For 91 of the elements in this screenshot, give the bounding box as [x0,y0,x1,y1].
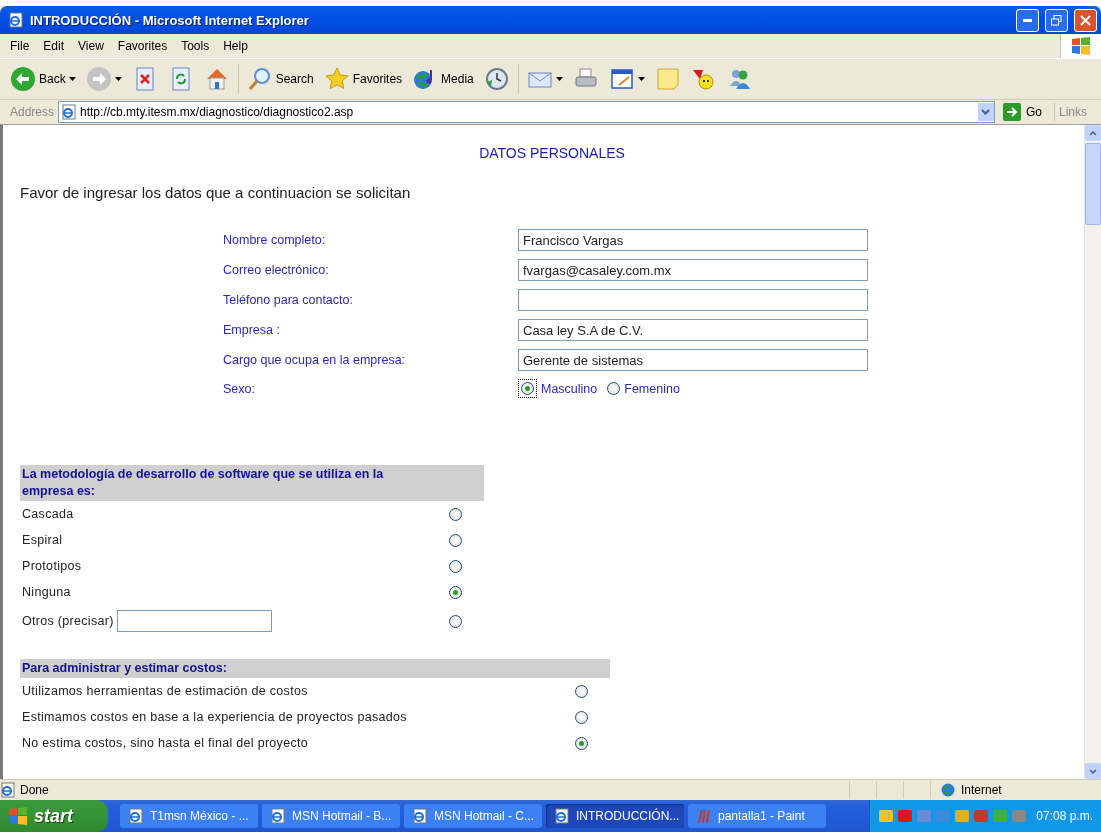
paint-brushes-icon [696,808,712,824]
text-field[interactable]: Gerente de sistemas [518,349,868,371]
address-label: Address [9,105,55,119]
radio-button[interactable] [575,710,588,724]
close-button[interactable] [1074,8,1097,32]
field-label: Sexo: [223,381,256,396]
menu-item[interactable]: Edit [36,39,72,53]
window-title: INTRODUCCIÓN - Microsoft Internet Explorer [30,12,310,28]
text-field[interactable]: Francisco Vargas [518,229,868,251]
address-field[interactable]: http://cb.mty.itesm.mx/diagnostico/diagnostico2.asp [58,101,995,123]
scroll-up-icon[interactable] [1089,130,1097,136]
clock: 07:08 p.m. [1036,809,1093,823]
radio-button[interactable] [575,684,588,698]
taskbar-button[interactable]: INTRODUCCIÓN... [546,804,684,828]
edit-document-icon [608,66,635,92]
text-field[interactable] [116,610,272,632]
browser-page-icon [554,808,570,824]
scrollbar[interactable] [1084,125,1101,779]
star-icon [323,66,350,92]
arrow-right-icon [1002,103,1021,121]
scroll-down-icon[interactable] [1089,768,1097,774]
option-label: Estimamos costos en base a la experiencia de proyectos pasados [22,710,407,724]
taskbar-button[interactable]: MSN Hotmail - C... [404,804,542,828]
field-label: Correo electrónico: [223,263,330,277]
radio-label: Femenino [624,381,680,396]
search-icon [246,66,273,92]
field-label: Nombre completo: [223,233,327,247]
taskbar-button[interactable]: pantalla1 - Paint [688,804,826,828]
option-label: Espiral [22,533,63,547]
windows-logo-icon [1071,37,1091,55]
text-field[interactable]: fvargas@casaley.com.mx [518,259,868,281]
radio-button[interactable] [607,382,621,395]
go-button[interactable]: Go [998,103,1055,121]
field-label: Cargo que ocupa en la empresa: [223,353,407,367]
section-header: Para administrar y estimar costos: [20,659,610,678]
option-label: Cascada [22,507,74,521]
status-text: Done [20,783,50,797]
radio-button[interactable] [449,585,462,599]
page-heading: DATOS PERSONALES [479,145,625,161]
scroll-thumb[interactable] [1085,143,1101,225]
option-label: Ninguna [22,585,71,599]
dropdown-icon[interactable] [977,103,994,121]
intro-text: Favor de ingresar los datos que a continuacion se solicitan [20,184,411,201]
browser-page-icon [128,808,144,824]
menu-item[interactable]: Help [216,39,255,53]
browser-page-icon [8,12,24,28]
option-label: Otros (precisar) [22,614,114,628]
section-header: La metodología de desarrollo de software que se utiliza en la empresa es: [20,465,484,501]
field-label: Empresa : [223,323,281,337]
media-button[interactable]: Media [410,64,476,94]
radio-button[interactable] [449,507,462,521]
restore-icon [1051,14,1062,26]
start-button[interactable]: start [0,800,108,832]
browser-page-icon [61,104,78,120]
minimize-button[interactable] [1016,8,1039,32]
radio-button[interactable] [449,614,462,628]
history-clock-icon [483,66,510,92]
field-label: Teléfono para contacto: [223,293,354,307]
windows-logo-icon [8,807,28,825]
option-label: No estima costos, sino hasta el final del proyecto [22,736,308,750]
browser-page-icon [412,808,428,824]
browser-page-icon [0,782,16,798]
caret-icon [637,77,645,81]
radio-button[interactable] [449,533,462,547]
caret-icon [68,77,76,81]
option-label: Utilizamos herramientas de estimación de costos [22,684,308,698]
back-button[interactable]: Back [8,64,78,94]
globe-icon [941,783,955,797]
radio-button[interactable] [521,382,534,395]
minimize-icon [1023,18,1032,22]
close-icon [1080,14,1091,26]
taskbar-button[interactable]: T1msn México - ... [120,804,258,828]
menu-item[interactable]: File [0,39,37,53]
menu-item[interactable]: View [71,39,111,53]
restore-button[interactable] [1045,8,1068,32]
caret-icon [114,77,122,81]
menu-item[interactable]: Favorites [110,39,175,53]
sticky-note-icon [654,66,681,92]
text-field[interactable]: Casa ley S.A de C.V. [518,319,868,341]
browser-page-icon [270,808,286,824]
option-label: Prototipos [22,559,82,573]
zone-text: Internet [961,783,1002,797]
radio-button[interactable] [449,559,462,573]
text-field[interactable] [518,289,868,311]
taskbar-button[interactable]: MSN Hotmail - B... [262,804,400,828]
radio-label: Masculino [541,381,598,396]
favorites-button[interactable]: Favorites [321,64,405,94]
caret-icon [555,77,563,81]
search-button[interactable]: Search [244,64,316,94]
radio-button[interactable] [575,736,588,750]
menu-item[interactable]: Tools [174,39,217,53]
